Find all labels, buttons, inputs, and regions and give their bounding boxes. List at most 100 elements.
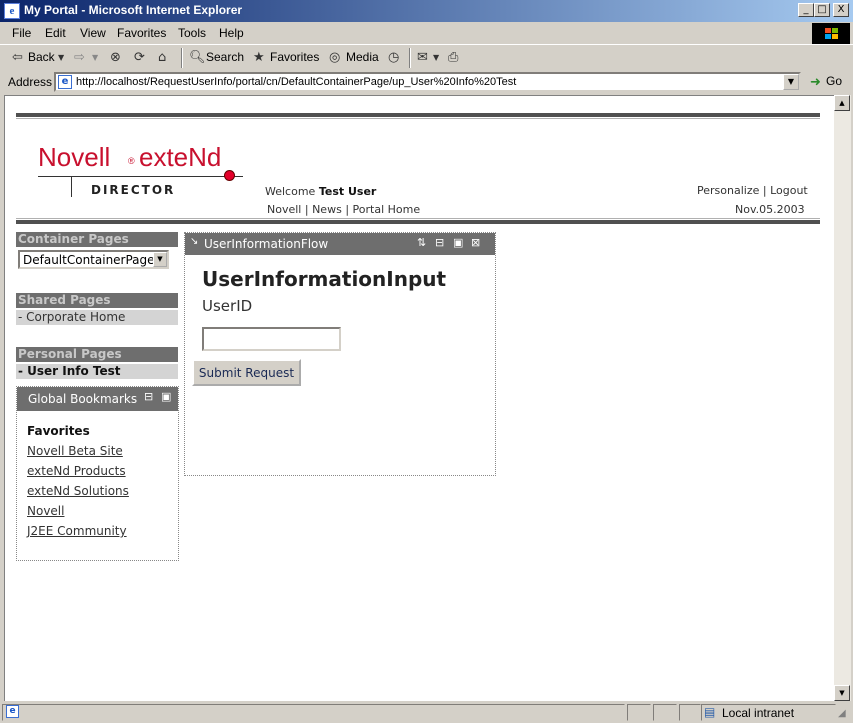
print-icon[interactable]: ⎙ xyxy=(448,50,458,65)
mail-dropdown-icon[interactable]: ▼ xyxy=(433,50,439,65)
status-pane xyxy=(679,704,701,721)
bookmark-link[interactable]: exteNd Solutions xyxy=(27,484,129,498)
container-pages-header: Container Pages xyxy=(16,232,178,247)
form-heading: UserInformationInput xyxy=(202,267,447,291)
header-rule-bottom xyxy=(16,220,820,224)
media-icon[interactable]: ◎ xyxy=(329,50,340,65)
header-rule-top xyxy=(16,113,820,117)
ie-icon: e xyxy=(4,3,20,19)
link-novell[interactable]: Novell xyxy=(267,203,301,216)
search-icon[interactable]: 🔍︎ xyxy=(189,50,206,65)
go-arrow-icon[interactable]: ➜ xyxy=(810,75,821,90)
container-page-select-value: DefaultContainerPage xyxy=(23,253,155,267)
shared-pages-header: Shared Pages xyxy=(16,293,178,308)
link-separator: | xyxy=(304,203,309,216)
welcome-prefix: Welcome xyxy=(265,185,316,198)
scroll-down-icon[interactable]: ▼ xyxy=(834,685,850,701)
windows-logo-icon xyxy=(812,23,850,44)
toolbar-separator xyxy=(409,48,411,68)
link-news[interactable]: News xyxy=(312,203,342,216)
vertical-scrollbar[interactable]: ▲ ▼ xyxy=(834,95,851,701)
close-button[interactable]: X xyxy=(833,3,849,17)
logo-novell: Novell xyxy=(38,142,111,172)
menu-view[interactable]: View xyxy=(80,26,106,40)
intranet-icon: ▤ xyxy=(704,705,716,719)
link-separator: | xyxy=(762,184,767,197)
forward-dropdown-icon[interactable]: ▼ xyxy=(92,50,98,65)
header-date: Nov.05.2003 xyxy=(735,203,805,216)
home-icon[interactable]: ⌂ xyxy=(158,50,166,65)
address-url[interactable]: http://localhost/RequestUserInfo/portal/… xyxy=(76,76,516,88)
bookmark-link[interactable]: exteNd Products xyxy=(27,464,126,478)
stop-icon[interactable]: ⊗ xyxy=(110,50,121,65)
chevron-down-icon[interactable]: ▼ xyxy=(153,252,167,267)
menu-favorites[interactable]: Favorites xyxy=(117,26,166,40)
header-links: Novell | News | Portal Home xyxy=(267,203,420,216)
minimize-button[interactable]: _ xyxy=(798,3,814,17)
logo-red-dot xyxy=(224,170,235,181)
page-status-icon: e xyxy=(6,705,19,718)
menu-tools[interactable]: Tools xyxy=(178,26,206,40)
container-page-select[interactable]: DefaultContainerPage ▼ xyxy=(18,250,169,269)
userid-input[interactable] xyxy=(202,327,341,351)
back-dropdown-icon[interactable]: ▼ xyxy=(58,50,64,65)
menu-help[interactable]: Help xyxy=(219,26,244,40)
global-bookmarks-title: Global Bookmarks xyxy=(28,392,138,406)
favorites-button[interactable]: Favorites xyxy=(270,50,319,64)
menu-file[interactable]: File xyxy=(12,26,31,40)
welcome-user: Test User xyxy=(318,185,377,198)
logo-underline xyxy=(38,176,243,177)
favorites-icon[interactable]: ★ xyxy=(253,50,265,65)
bookmark-link[interactable]: Novell xyxy=(27,504,64,518)
scroll-up-icon[interactable]: ▲ xyxy=(834,95,850,111)
link-separator: | xyxy=(345,203,350,216)
bookmark-link[interactable]: J2EE Community xyxy=(27,524,127,538)
portlet-arrow-icon: ↘ xyxy=(190,236,199,247)
maximize-button[interactable]: □ xyxy=(814,3,830,17)
maximize-portlet-icon[interactable]: ▣ xyxy=(161,390,171,403)
header-rule-top-thin xyxy=(16,118,820,119)
favorites-heading: Favorites xyxy=(27,424,90,438)
logo-registered-dot: ® xyxy=(128,156,135,166)
media-button[interactable]: Media xyxy=(346,50,379,64)
userid-label: UserID xyxy=(202,297,253,315)
toolbar-separator xyxy=(181,48,183,68)
history-icon[interactable]: ◷ xyxy=(388,50,399,65)
window-title: My Portal - Microsoft Internet Explorer xyxy=(24,3,243,17)
move-portlet-icon[interactable]: ⇅ xyxy=(417,236,426,249)
link-portal-home[interactable]: Portal Home xyxy=(353,203,421,216)
refresh-icon[interactable]: ⟳ xyxy=(134,50,145,65)
page-viewport: Novell ® exteNd DIRECTOR Welcome Test Us… xyxy=(4,95,834,701)
back-arrow-icon[interactable]: ⇦ xyxy=(12,50,23,65)
status-pane xyxy=(653,704,677,721)
minimize-portlet-icon[interactable]: ⊟ xyxy=(144,390,153,403)
resize-grip-icon[interactable]: ◢ xyxy=(838,708,846,719)
bookmark-link[interactable]: Novell Beta Site xyxy=(27,444,123,458)
user-information-flow-header: ↘ UserInformationFlow ⇅ ⊟ ▣ ⊠ xyxy=(185,233,495,255)
logo-tick xyxy=(71,177,72,197)
minimize-portlet-icon[interactable]: ⊟ xyxy=(435,236,444,249)
status-main-pane xyxy=(2,704,625,721)
submit-request-button[interactable]: Submit Request xyxy=(192,359,301,386)
header-rule-bottom-thin xyxy=(16,218,820,219)
close-portlet-icon[interactable]: ⊠ xyxy=(471,236,480,249)
maximize-portlet-icon[interactable]: ▣ xyxy=(453,236,463,249)
address-label: Address xyxy=(8,75,53,89)
personal-page-user-info-test[interactable]: - User Info Test xyxy=(16,364,178,379)
global-bookmarks-header: Global Bookmarks ⊟ ▣ xyxy=(17,387,178,411)
logo-extend: exteNd xyxy=(139,142,222,172)
status-pane xyxy=(627,704,651,721)
menu-edit[interactable]: Edit xyxy=(45,26,66,40)
address-dropdown-icon[interactable]: ▼ xyxy=(783,74,799,90)
logout-link[interactable]: Logout xyxy=(770,184,808,197)
back-button[interactable]: Back xyxy=(28,50,55,64)
personalize-link[interactable]: Personalize xyxy=(697,184,759,197)
mail-icon[interactable]: ✉ xyxy=(417,50,428,65)
zone-label: Local intranet xyxy=(722,706,795,720)
go-button[interactable]: Go xyxy=(826,74,842,88)
search-button[interactable]: Search xyxy=(206,50,244,64)
portlet-title: UserInformationFlow xyxy=(204,237,329,251)
shared-page-corporate-home[interactable]: - Corporate Home xyxy=(16,310,178,325)
personal-pages-header: Personal Pages xyxy=(16,347,178,362)
forward-arrow-icon[interactable]: ⇨ xyxy=(74,50,85,65)
